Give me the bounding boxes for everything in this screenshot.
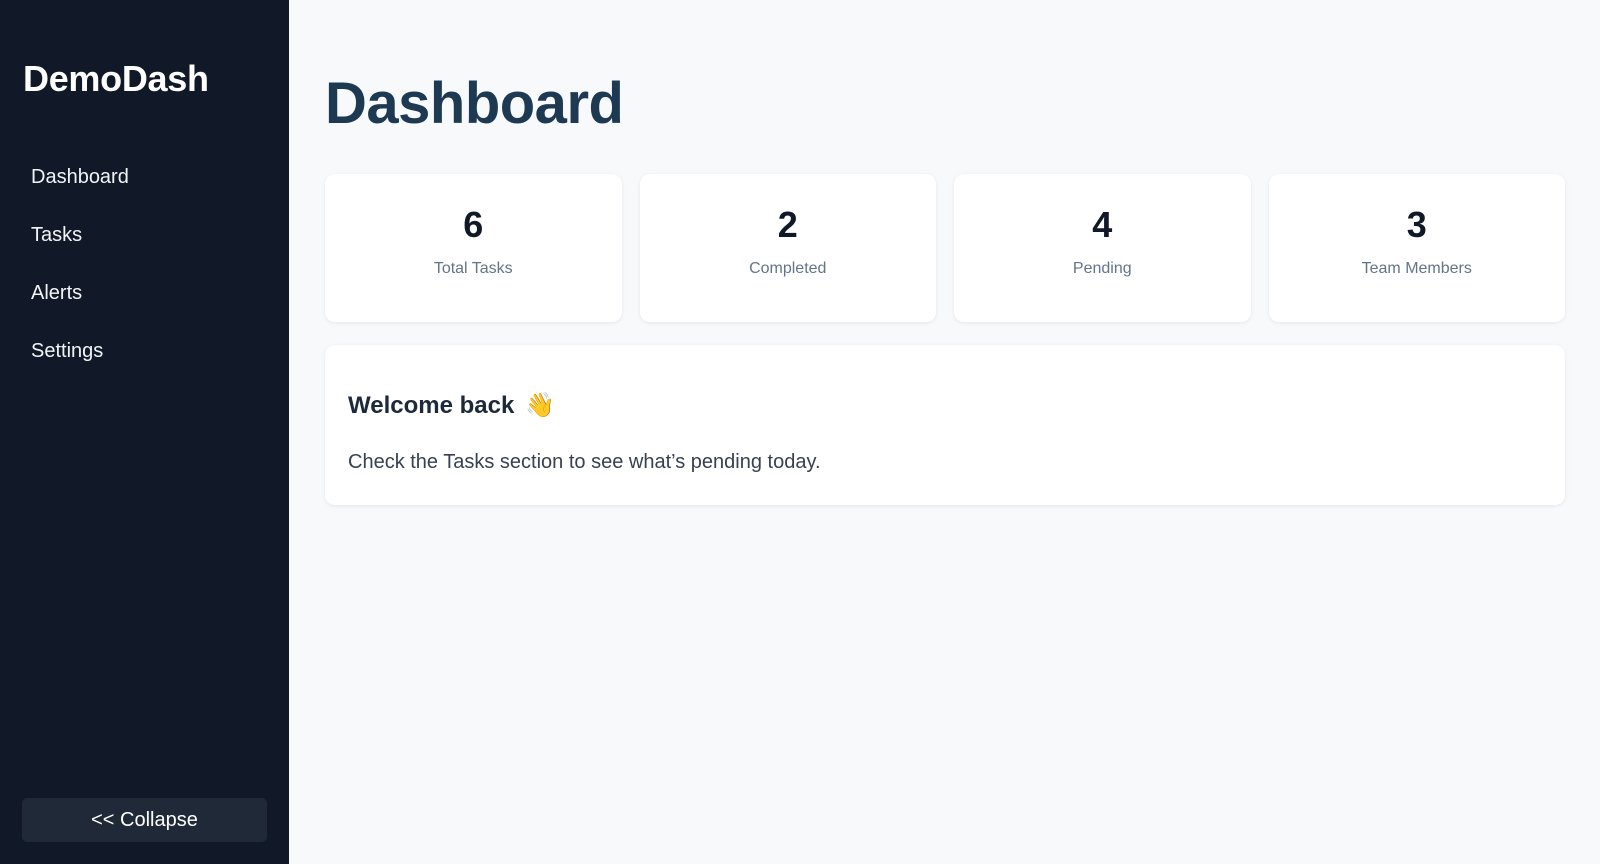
- collapse-button[interactable]: << Collapse: [22, 798, 267, 842]
- stat-label: Pending: [1072, 260, 1132, 277]
- sidebar-nav: Dashboard Tasks Alerts Settings: [0, 148, 289, 380]
- stat-value: 3: [1406, 204, 1427, 245]
- stat-card-total-tasks: 6 Total Tasks: [325, 174, 622, 322]
- welcome-heading: Welcome back 👋: [348, 391, 555, 420]
- stat-label: Total Tasks: [433, 260, 513, 277]
- sidebar-item-dashboard[interactable]: Dashboard: [0, 148, 289, 206]
- app-shell: DemoDash Dashboard Tasks Alerts Settings…: [0, 0, 1600, 864]
- stat-card-team-members: 3 Team Members: [1268, 174, 1565, 322]
- sidebar-item-alerts[interactable]: Alerts: [0, 264, 289, 322]
- welcome-title-text: Welcome back: [348, 392, 515, 419]
- stat-label: Completed: [749, 260, 827, 277]
- stat-value: 4: [1092, 204, 1113, 245]
- stat-label: Team Members: [1361, 260, 1472, 277]
- sidebar: DemoDash Dashboard Tasks Alerts Settings…: [0, 0, 289, 864]
- stat-value: 6: [463, 204, 484, 245]
- stat-value: 2: [777, 204, 798, 245]
- stats-row: 6 Total Tasks 2 Completed 4 Pending 3 Te…: [325, 174, 1565, 322]
- sidebar-item-settings[interactable]: Settings: [0, 322, 289, 380]
- stat-card-pending: 4 Pending: [954, 174, 1251, 322]
- welcome-message: Check the Tasks section to see what’s pe…: [348, 451, 821, 473]
- waving-hand-icon: 👋: [524, 392, 555, 419]
- welcome-card: Welcome back 👋 Check the Tasks section t…: [325, 345, 1565, 505]
- sidebar-item-tasks[interactable]: Tasks: [0, 206, 289, 264]
- page-title: Dashboard: [325, 71, 624, 136]
- main-content: Dashboard 6 Total Tasks 2 Completed 4 Pe…: [289, 0, 1600, 864]
- brand-logo: DemoDash: [23, 58, 209, 99]
- stat-card-completed: 2 Completed: [639, 174, 936, 322]
